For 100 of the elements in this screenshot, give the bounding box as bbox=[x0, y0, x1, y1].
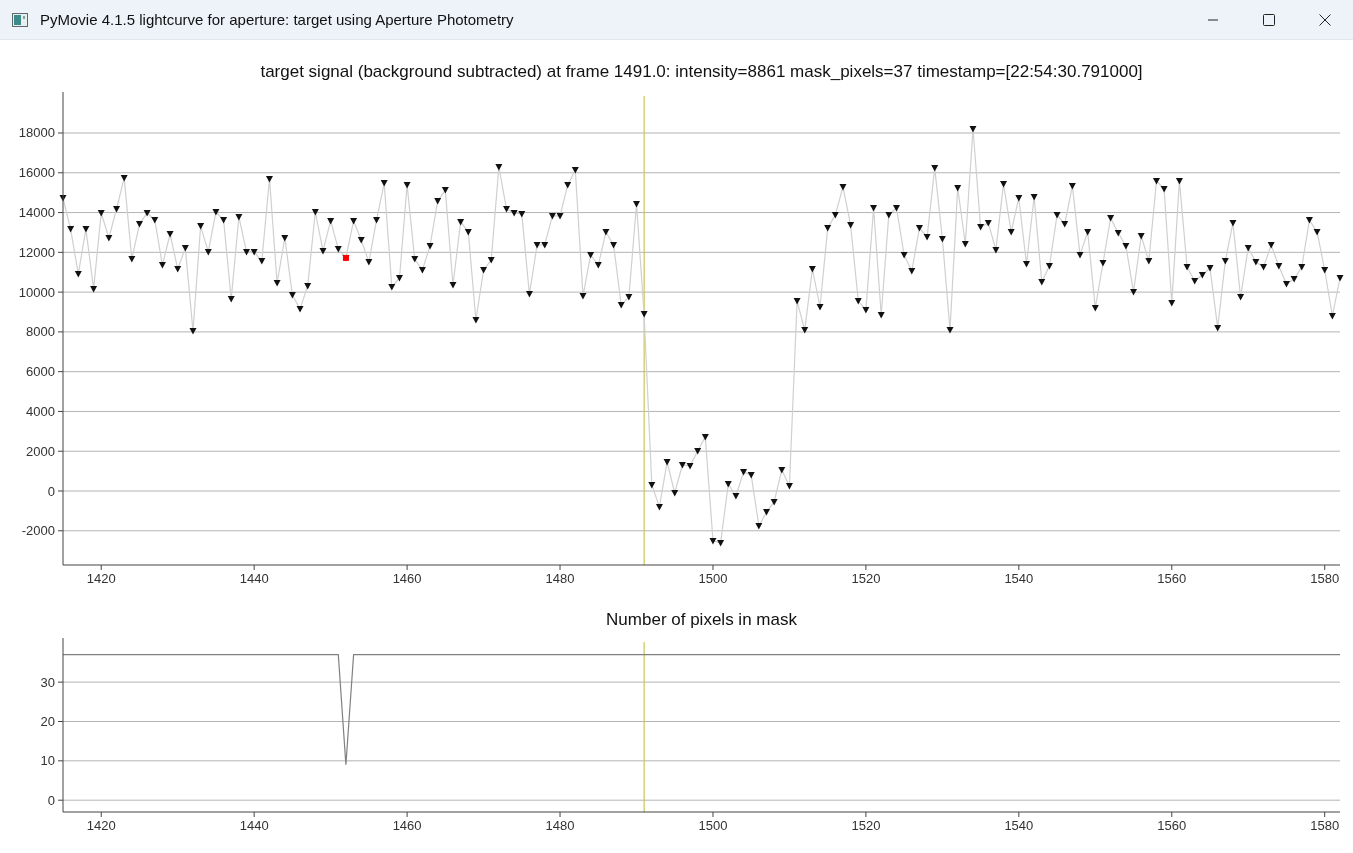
x-tick-label: 1440 bbox=[239, 818, 269, 833]
maximize-icon[interactable] bbox=[1263, 13, 1275, 26]
data-point bbox=[441, 187, 449, 194]
data-point bbox=[105, 235, 113, 242]
data-point bbox=[311, 208, 319, 216]
data-point bbox=[862, 307, 870, 314]
data-point bbox=[319, 247, 327, 255]
data-point bbox=[961, 241, 969, 248]
data-point bbox=[189, 328, 197, 335]
data-point bbox=[273, 279, 281, 287]
data-point bbox=[724, 481, 732, 488]
data-point bbox=[633, 201, 640, 208]
y-tick-label: 0 bbox=[47, 483, 55, 499]
data-point bbox=[1091, 305, 1099, 312]
data-point bbox=[701, 433, 709, 441]
data-point bbox=[166, 231, 174, 238]
data-point bbox=[1336, 275, 1344, 282]
x-tick-label: 1540 bbox=[1004, 818, 1034, 833]
data-point bbox=[1053, 211, 1061, 219]
data-point bbox=[1107, 214, 1115, 222]
data-point bbox=[418, 267, 426, 274]
x-tick-label: 1560 bbox=[1157, 571, 1187, 586]
data-point bbox=[258, 258, 266, 265]
data-point bbox=[1038, 278, 1046, 286]
close-icon[interactable] bbox=[1319, 13, 1331, 26]
y-tick-label: 18000 bbox=[18, 125, 55, 141]
x-tick-label: 1460 bbox=[392, 571, 422, 586]
data-point bbox=[655, 503, 663, 511]
data-point bbox=[847, 222, 855, 229]
data-point bbox=[158, 262, 166, 269]
data-point bbox=[97, 209, 105, 217]
data-point bbox=[1061, 221, 1069, 228]
data-point bbox=[594, 262, 602, 269]
data-point bbox=[1076, 251, 1084, 259]
data-point bbox=[663, 458, 671, 466]
data-point bbox=[648, 482, 656, 489]
data-point bbox=[197, 223, 205, 230]
y-tick-label: 30 bbox=[40, 674, 55, 690]
data-point bbox=[923, 234, 931, 241]
data-point bbox=[969, 126, 977, 133]
data-point bbox=[434, 198, 442, 205]
data-point bbox=[235, 213, 243, 221]
data-point bbox=[1045, 263, 1053, 270]
data-point bbox=[938, 236, 946, 243]
x-tick-label: 1440 bbox=[239, 571, 269, 586]
data-point bbox=[755, 523, 763, 530]
data-point bbox=[1007, 229, 1015, 236]
data-point bbox=[579, 293, 587, 300]
y-tick-label: 4000 bbox=[26, 403, 55, 419]
data-point bbox=[954, 184, 962, 192]
data-point bbox=[564, 181, 572, 189]
x-tick-label: 1500 bbox=[698, 571, 728, 586]
data-point bbox=[227, 296, 235, 303]
data-point bbox=[1030, 194, 1038, 201]
data-point bbox=[74, 271, 82, 278]
data-point bbox=[671, 490, 679, 497]
data-point bbox=[694, 448, 702, 455]
x-tick-label: 1480 bbox=[545, 818, 575, 833]
data-point bbox=[1305, 217, 1313, 224]
data-point bbox=[296, 306, 304, 313]
data-point bbox=[571, 167, 579, 174]
data-point bbox=[265, 175, 273, 183]
x-tick-label: 1580 bbox=[1310, 818, 1340, 833]
data-point bbox=[992, 246, 1000, 254]
data-point bbox=[610, 241, 618, 249]
y-tick-label: 14000 bbox=[18, 205, 55, 221]
window-title: PyMovie 4.1.5 lightcurve for aperture: target using Aperture Photometry bbox=[40, 11, 515, 28]
data-point bbox=[1145, 258, 1153, 265]
x-tick-label: 1520 bbox=[851, 571, 881, 586]
data-point bbox=[480, 267, 488, 274]
data-point bbox=[120, 174, 128, 182]
data-point bbox=[831, 211, 839, 219]
data-point bbox=[327, 217, 335, 225]
data-point bbox=[1068, 182, 1076, 190]
data-point bbox=[915, 225, 923, 232]
data-point bbox=[877, 312, 885, 319]
y-tick-label: 2000 bbox=[26, 443, 55, 459]
data-point bbox=[770, 498, 778, 506]
data-point bbox=[487, 257, 495, 264]
y-tick-label: 10000 bbox=[18, 284, 55, 300]
x-tick-label: 1420 bbox=[86, 818, 116, 833]
data-point bbox=[1313, 229, 1321, 236]
data-point bbox=[59, 195, 67, 202]
data-point bbox=[426, 242, 434, 250]
data-point bbox=[816, 304, 824, 311]
data-point bbox=[1321, 267, 1329, 274]
x-tick-label: 1580 bbox=[1310, 571, 1340, 586]
data-point bbox=[1237, 294, 1245, 301]
data-point bbox=[931, 165, 939, 172]
x-tick-label: 1500 bbox=[698, 818, 728, 833]
data-point bbox=[1015, 195, 1023, 202]
data-point bbox=[365, 259, 373, 266]
data-point bbox=[1130, 288, 1138, 296]
data-point bbox=[732, 493, 740, 500]
data-point bbox=[908, 268, 916, 275]
data-point bbox=[288, 292, 296, 299]
data-point bbox=[1183, 264, 1191, 271]
data-point bbox=[778, 466, 786, 474]
data-point bbox=[854, 298, 862, 305]
data-point bbox=[403, 181, 411, 189]
